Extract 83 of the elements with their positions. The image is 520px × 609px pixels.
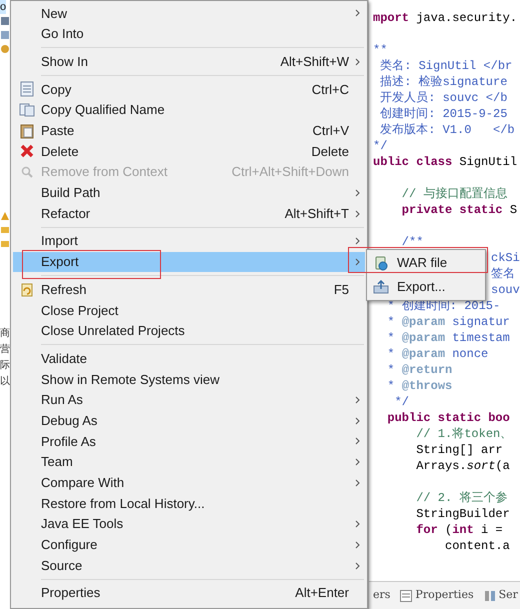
- code-line: /**: [400, 234, 424, 250]
- code-line: 发布版本: V1.0 </b: [379, 122, 515, 138]
- menu-item[interactable]: New: [13, 3, 365, 24]
- shortcut-label: Ctrl+V: [312, 122, 349, 140]
- shortcut-label: Ctrl+C: [312, 80, 349, 99]
- code-line: * @throws: [386, 378, 452, 394]
- refresh-icon: [20, 282, 34, 298]
- menu-item[interactable]: Compare With: [13, 472, 365, 494]
- shortcut-label: Alt+Shift+T: [284, 204, 349, 223]
- view-tab[interactable]: Properties: [400, 587, 474, 604]
- code-line: * @return: [386, 362, 452, 378]
- menu-item[interactable]: Refresh F5: [13, 279, 365, 300]
- menu-item[interactable]: Source: [13, 555, 365, 576]
- code-line: ublic class SignUtil: [373, 154, 518, 170]
- menu-item[interactable]: Properties Alt+Enter: [13, 582, 365, 604]
- code-line: public static boo: [386, 410, 510, 426]
- list-icon: [400, 590, 412, 602]
- menu-item[interactable]: Delete Delete: [13, 141, 365, 162]
- magnifier-icon: [20, 165, 34, 180]
- code-line: ckSi: [491, 250, 520, 266]
- shortcut-label: Alt+Enter: [295, 584, 349, 602]
- code-line: 签名: [491, 266, 515, 282]
- export-icon: [373, 280, 389, 294]
- code-line: souv: [491, 282, 520, 298]
- menu-item[interactable]: Team: [13, 452, 365, 472]
- code-line: for (int i =: [415, 522, 503, 538]
- code-line: private static S: [400, 202, 518, 218]
- code-line: * @param nonce: [386, 346, 488, 362]
- code-line: 描述: 检验signature: [379, 74, 508, 90]
- code-line: **: [373, 42, 388, 58]
- menu-item[interactable]: Copy Ctrl+C: [13, 79, 365, 100]
- clipboard-icon: [20, 122, 34, 139]
- servers-icon: [484, 590, 496, 602]
- code-line: // 1.将token、: [415, 426, 512, 442]
- menu-item[interactable]: Show In Alt+Shift+W: [13, 51, 365, 72]
- code-line: mport java.security.: [373, 10, 518, 26]
- code-line: 开发人员: souvc </b: [379, 90, 508, 106]
- menu-item[interactable]: Export: [13, 252, 365, 272]
- shortcut-label: F5: [334, 280, 349, 299]
- shortcut-label: Ctrl+Alt+Shift+Down: [232, 163, 349, 182]
- document-icon: [20, 81, 34, 98]
- code-line: */: [373, 138, 388, 154]
- code-line: content.a: [444, 538, 510, 554]
- shortcut-label: Alt+Shift+W: [280, 52, 349, 71]
- menu-item[interactable]: Import: [13, 230, 365, 252]
- menu-item[interactable]: Validate: [13, 348, 365, 369]
- menu-item[interactable]: Paste Ctrl+V: [13, 120, 365, 142]
- menu-item[interactable]: Export...: [367, 275, 485, 299]
- code-line: * @param signatur: [386, 314, 510, 330]
- code-line: String[] arr: [415, 442, 503, 458]
- code-line: // 2. 将三个参: [415, 490, 508, 506]
- code-line: // 与接口配置信息: [400, 186, 508, 202]
- sidebar-text: 际: [0, 359, 10, 373]
- sidebar-text: 营: [0, 342, 10, 357]
- sidebar-text: 商: [0, 326, 10, 341]
- menu-item[interactable]: Build Path: [13, 182, 365, 204]
- code-line: 创建时间: 2015-9-25: [379, 106, 508, 122]
- menu-item[interactable]: Java EE Tools: [13, 514, 365, 534]
- code-line: StringBuilder: [415, 506, 510, 522]
- menu-item[interactable]: Refactor Alt+Shift+T: [13, 203, 365, 224]
- warning-icon: [1, 212, 9, 220]
- code-line: Arrays.sort(a: [415, 458, 510, 474]
- sidebar-text: 以: [0, 374, 10, 389]
- menu-item[interactable]: Restore from Local History...: [13, 493, 365, 514]
- menu-item[interactable]: Go Into: [13, 24, 365, 44]
- menu-item[interactable]: Show in Remote Systems view: [13, 369, 365, 390]
- project-name[interactable]: o: [0, 0, 6, 14]
- menu-item[interactable]: Close Project: [13, 300, 365, 321]
- code-line: */: [394, 394, 410, 410]
- menu-item[interactable]: Close Unrelated Projects: [13, 320, 365, 342]
- view-tab[interactable]: ers: [373, 587, 390, 604]
- menu-item[interactable]: Run As: [13, 390, 365, 410]
- menu-item[interactable]: WAR file: [367, 251, 485, 275]
- code-line: * @param timestam: [386, 330, 510, 346]
- code-line: 类名: SignUtil </br: [379, 58, 512, 74]
- shortcut-label: Delete: [311, 142, 349, 161]
- view-tab[interactable]: Ser: [484, 587, 518, 604]
- menu-item[interactable]: Configure: [13, 534, 365, 556]
- menu-item[interactable]: Debug As: [13, 410, 365, 432]
- menu-item[interactable]: Copy Qualified Name: [13, 100, 365, 120]
- cross-icon: [20, 144, 34, 158]
- documents-icon: [19, 103, 35, 118]
- menu-item[interactable]: Profile As: [13, 431, 365, 452]
